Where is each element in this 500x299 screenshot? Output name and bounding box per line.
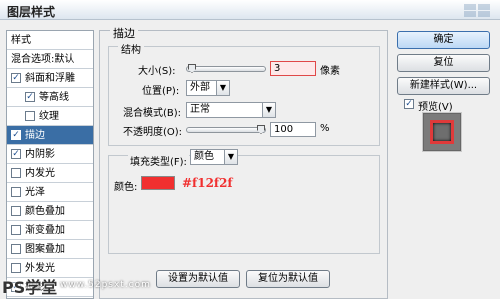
style-list: 样式混合选项:默认 ✓ 斜面和浮雕 ✓ 等高线纹理 ✓ 描边 ✓ 内阴影内发光光泽颜色叠加渐变叠… <box>6 30 94 299</box>
style-preview <box>423 113 461 151</box>
style-list-label: 内阴影 <box>25 149 55 160</box>
chevron-down-icon: ▼ <box>262 103 275 117</box>
size-slider-thumb[interactable] <box>188 64 196 73</box>
style-list-item[interactable]: 样式 <box>7 31 93 50</box>
blend-mode-select[interactable]: 正常 ▼ <box>186 102 276 118</box>
window-title: 图层样式 <box>7 5 56 19</box>
style-list-item[interactable]: 混合选项:默认 <box>7 50 93 69</box>
size-input[interactable]: 3 <box>270 61 316 76</box>
style-list-label: 颜色叠加 <box>25 206 65 217</box>
opacity-slider-thumb[interactable] <box>257 125 265 134</box>
preview-label: 预览(V) <box>418 102 453 113</box>
fill-type-label: 填充类型(F): <box>128 153 189 168</box>
fill-type-select[interactable]: 颜色 ▼ <box>190 149 238 165</box>
watermark-logo: PS学堂 <box>2 278 58 297</box>
fill-type-value: 颜色 <box>194 151 214 162</box>
watermark: PS学堂 www.52psxt.com <box>0 270 200 299</box>
checkbox-icon[interactable]: ✓ <box>11 130 21 140</box>
style-list-label: 内发光 <box>25 168 55 179</box>
opacity-slider[interactable] <box>186 125 266 134</box>
checkbox-icon[interactable]: ✓ <box>11 73 21 83</box>
style-list-label: 渐变叠加 <box>25 225 65 236</box>
ok-button[interactable]: 确定 <box>397 31 490 49</box>
size-label: 大小(S): <box>138 66 176 77</box>
chevron-down-icon: ▼ <box>224 150 237 164</box>
style-list-label: 混合选项:默认 <box>11 54 75 65</box>
size-unit: 像素 <box>320 66 340 77</box>
color-swatch[interactable] <box>141 176 175 190</box>
style-list-item[interactable]: ✓ 描边 <box>7 126 93 145</box>
style-list-item[interactable]: 光泽 <box>7 183 93 202</box>
fill-group <box>108 155 380 254</box>
checkbox-icon[interactable] <box>25 111 35 121</box>
reset-default-button[interactable]: 复位为默认值 <box>246 270 330 288</box>
color-hex-label: #f12f2f <box>182 176 233 190</box>
style-list-label: 样式 <box>11 35 31 46</box>
position-select[interactable]: 外部 ▼ <box>186 80 230 96</box>
checkbox-icon[interactable] <box>11 206 21 216</box>
checkbox-icon[interactable]: ✓ <box>11 149 21 159</box>
opacity-label: 不透明度(O): <box>123 127 183 138</box>
opacity-unit: % <box>320 123 330 134</box>
check-icon: ✓ <box>404 99 414 109</box>
style-list-label: 图案叠加 <box>25 244 65 255</box>
style-list-item[interactable]: 纹理 <box>7 107 93 126</box>
checkbox-icon[interactable] <box>11 225 21 235</box>
blend-mode-value: 正常 <box>190 104 210 115</box>
checkbox-icon[interactable]: ✓ <box>25 92 35 102</box>
layer-style-dialog: 图层样式 样式 混合选项:默认 ✓ 斜面和浮雕 ✓ 等高线 纹理 ✓ 描边 ✓ 内阴影 内发光 光泽 颜色… <box>0 0 500 299</box>
watermark-site: www.52psxt.com <box>60 280 151 290</box>
reset-button[interactable]: 复位 <box>397 54 490 72</box>
style-list-item[interactable]: 颜色叠加 <box>7 202 93 221</box>
size-slider[interactable] <box>186 64 266 73</box>
color-label: 颜色: <box>114 182 138 193</box>
opacity-input[interactable]: 100 <box>270 122 316 137</box>
windows-logo-icon <box>464 4 490 17</box>
position-label: 位置(P): <box>142 86 180 97</box>
preview-checkbox[interactable]: ✓ 预览(V) <box>404 98 494 113</box>
title-bar: 图层样式 <box>0 0 500 20</box>
blend-mode-label: 混合模式(B): <box>123 108 182 119</box>
preview-thumbnail <box>430 120 454 144</box>
style-list-item[interactable]: 图案叠加 <box>7 240 93 259</box>
style-list-item[interactable]: ✓ 斜面和浮雕 <box>7 69 93 88</box>
style-list-label: 描边 <box>25 130 45 141</box>
checkbox-icon[interactable] <box>11 168 21 178</box>
style-list-label: 纹理 <box>39 111 59 122</box>
chevron-down-icon: ▼ <box>216 81 229 95</box>
style-list-item[interactable]: 渐变叠加 <box>7 221 93 240</box>
stroke-group-title: 描边 <box>110 25 138 41</box>
style-list-item[interactable]: 内发光 <box>7 164 93 183</box>
new-style-button[interactable]: 新建样式(W)... <box>397 77 490 95</box>
position-value: 外部 <box>190 82 210 93</box>
style-list-label: 等高线 <box>39 92 69 103</box>
style-list-label: 光泽 <box>25 187 45 198</box>
style-list-item[interactable]: ✓ 内阴影 <box>7 145 93 164</box>
style-list-item[interactable]: ✓ 等高线 <box>7 88 93 107</box>
checkbox-icon[interactable] <box>11 244 21 254</box>
checkbox-icon[interactable] <box>11 187 21 197</box>
structure-title: 结构 <box>118 41 144 56</box>
style-list-label: 斜面和浮雕 <box>25 73 75 84</box>
